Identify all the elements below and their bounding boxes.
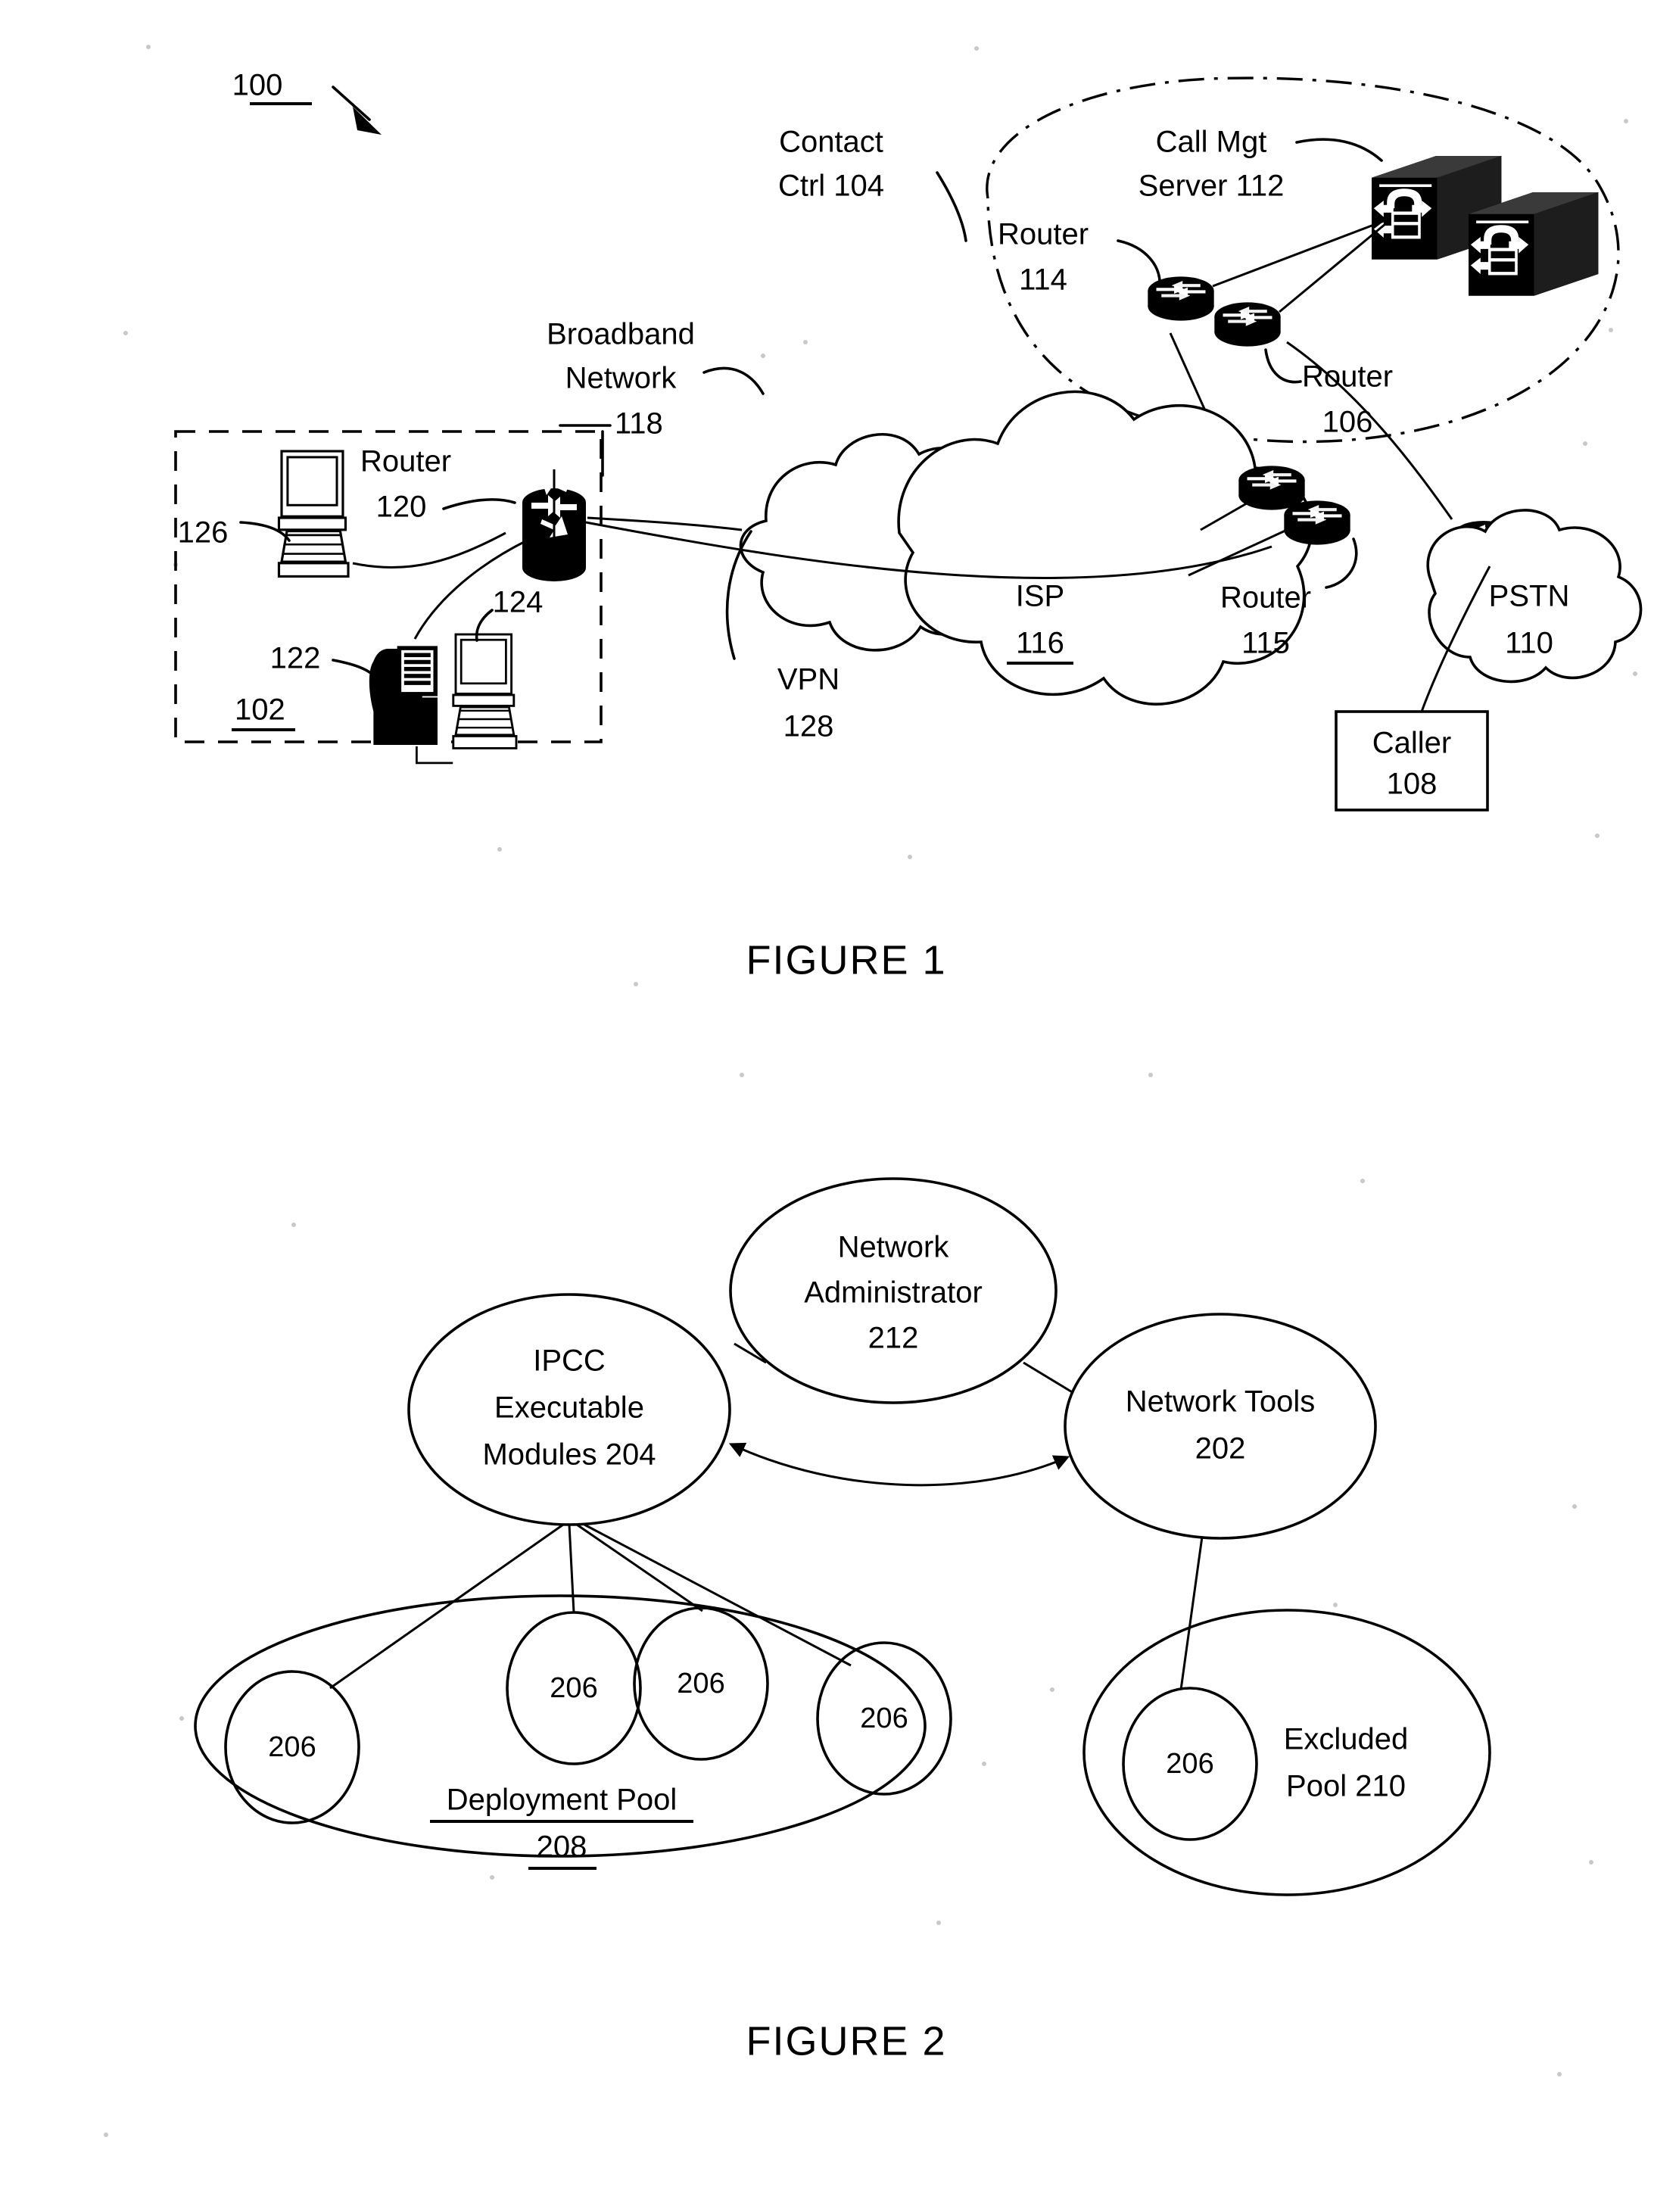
- router-114-label: Router: [998, 218, 1089, 251]
- router-icon-114: [1148, 276, 1214, 321]
- router-icon-106: [1214, 302, 1281, 347]
- call-mgt-server-icon-2: [1469, 192, 1599, 296]
- router-114-number: 114: [1019, 263, 1067, 297]
- pstn-label: PSTN: [1489, 580, 1570, 613]
- router-120-number: 120: [376, 491, 427, 524]
- network-administrator-label-line2: Administrator: [804, 1276, 983, 1310]
- vpn-label: VPN: [777, 663, 840, 696]
- vpn-number: 128: [783, 710, 834, 743]
- workstation-icon-126: [277, 450, 350, 578]
- page-background: [0, 0, 1679, 2212]
- workstation-icon-124: [452, 633, 518, 749]
- pstn-number: 110: [1505, 627, 1553, 660]
- caller-label: Caller: [1372, 727, 1451, 760]
- contact-ctrl-label-line1: Contact: [779, 126, 883, 159]
- endpoint-126-number: 126: [178, 516, 229, 550]
- ipcc-label-line3: Modules 204: [482, 1438, 656, 1472]
- deployment-pool-label: Deployment Pool: [447, 1784, 678, 1817]
- figure-2-caption: FIGURE 2: [746, 2018, 946, 2064]
- excluded-pool-label-line1: Excluded: [1284, 1723, 1409, 1756]
- figure1-ref-label: 100: [232, 69, 283, 102]
- patent-drawing-sheet: 100 Contact Ctrl 104 Call Mgt Server 112: [0, 0, 1679, 2212]
- router-115-label: Router: [1220, 581, 1311, 615]
- network-administrator-label-line3: 212: [868, 1322, 919, 1355]
- module-label: 206: [860, 1703, 908, 1734]
- call-mgt-server-label-line2: Server 112: [1139, 170, 1285, 203]
- contact-ctrl-label-line2: Ctrl 104: [778, 170, 884, 203]
- router-115-number: 115: [1241, 627, 1290, 660]
- network-tools-label-line2: 202: [1195, 1432, 1246, 1466]
- isp-number: 116: [1016, 627, 1064, 660]
- broadband-network-label-line1: Broadband: [547, 318, 695, 351]
- module-label: 206: [268, 1731, 316, 1763]
- module-label: 206: [677, 1668, 724, 1700]
- broadband-network-number: 118: [615, 407, 663, 441]
- deployment-pool-number: 208: [537, 1830, 587, 1864]
- ipcc-label-line2: Executable: [494, 1391, 644, 1425]
- excluded-pool-label-line2: Pool 210: [1286, 1770, 1406, 1803]
- network-administrator-label-line1: Network: [838, 1231, 950, 1264]
- call-mgt-server-label-line1: Call Mgt: [1156, 126, 1267, 159]
- endpoint-124-number: 124: [493, 586, 544, 619]
- network-tools-label-line1: Network Tools: [1126, 1385, 1315, 1419]
- module-label: 206: [1166, 1748, 1213, 1780]
- endpoint-122-number: 122: [270, 642, 321, 675]
- router-120-label: Router: [360, 445, 451, 478]
- figure-1-caption: FIGURE 1: [746, 937, 946, 983]
- ipcc-label-line1: IPCC: [533, 1344, 606, 1378]
- isp-label: ISP: [1016, 580, 1064, 613]
- module-label: 206: [550, 1672, 597, 1704]
- caller-number: 108: [1387, 768, 1438, 801]
- site-102-number: 102: [235, 693, 285, 727]
- router-icon-115b: [1284, 500, 1350, 545]
- broadband-network-label-line2: Network: [565, 362, 678, 395]
